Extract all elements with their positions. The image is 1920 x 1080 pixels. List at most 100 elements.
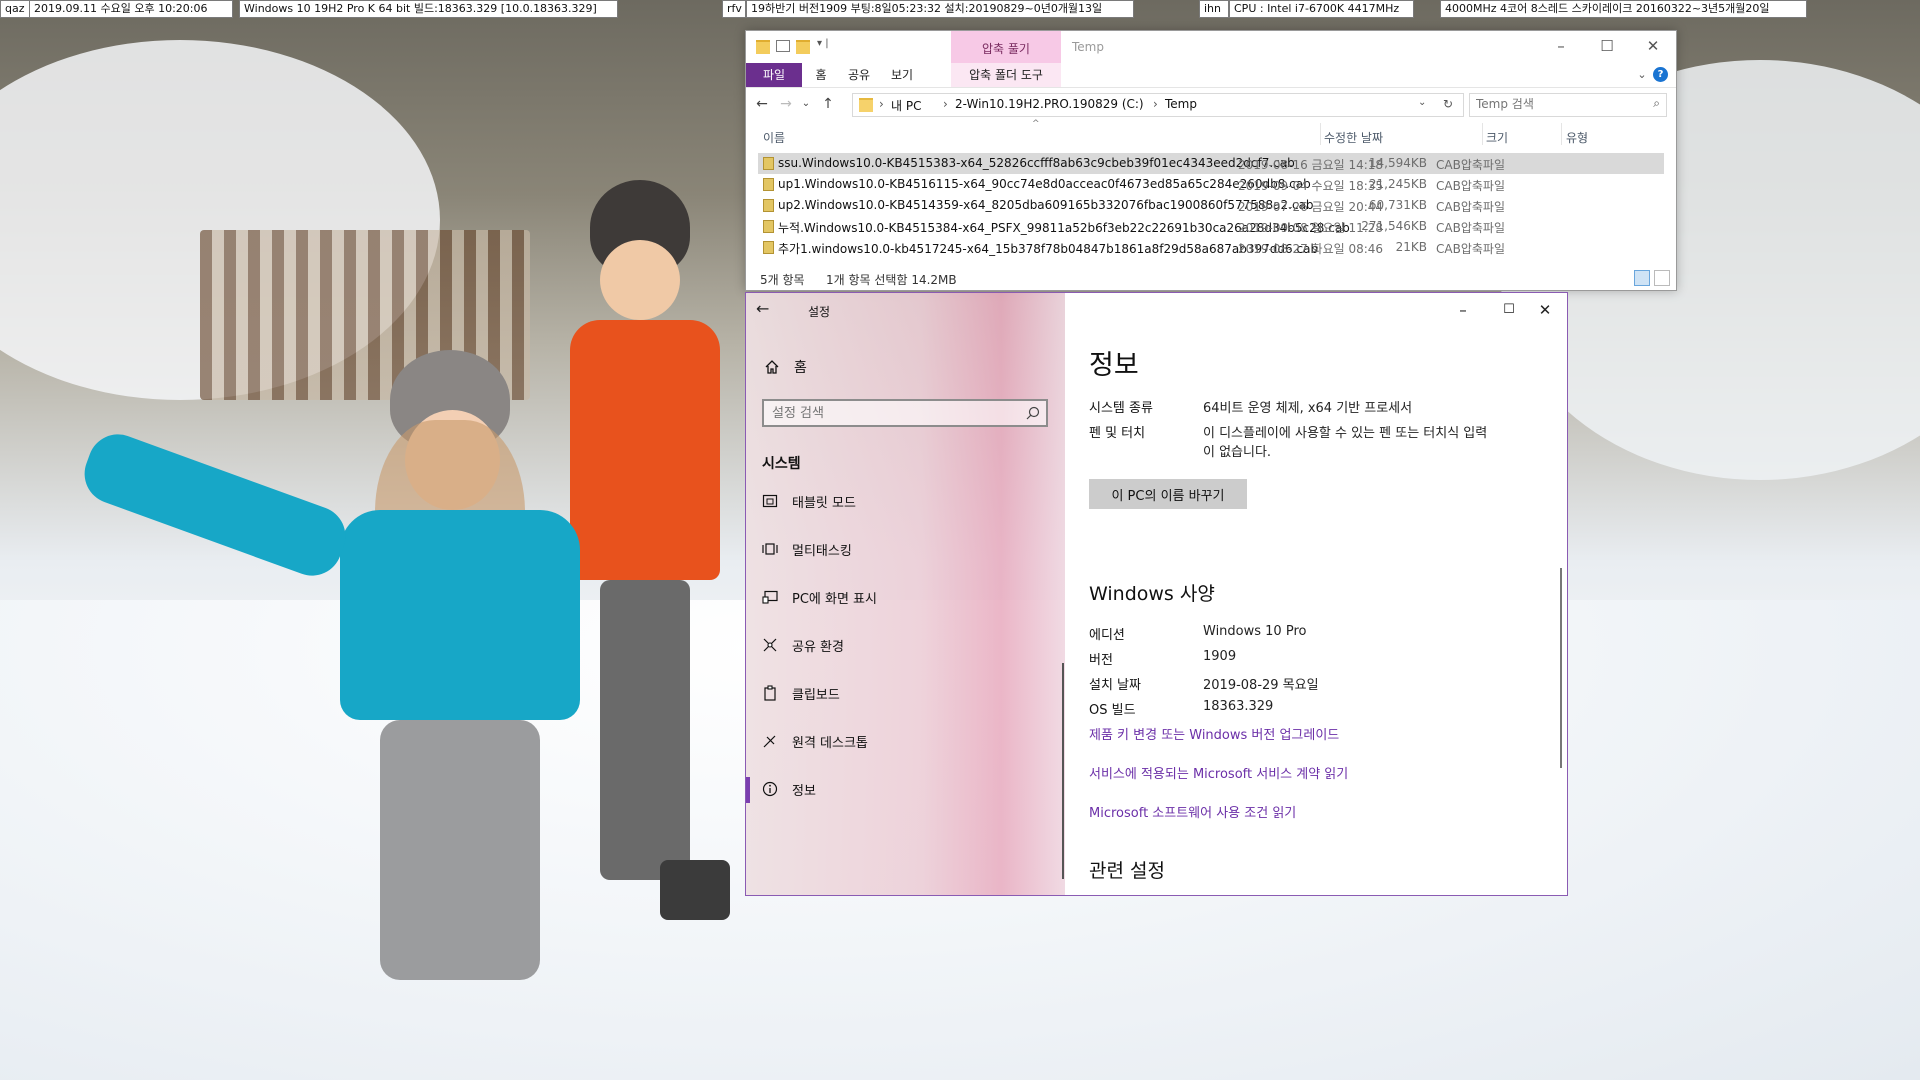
context-tab-label: 압축 풀기 bbox=[982, 42, 1030, 56]
spec-key: OS 빌드 bbox=[1089, 703, 1136, 718]
file-row[interactable]: 누적.Windows10.0-KB4515384-x64_PSFX_99811a… bbox=[758, 216, 1664, 237]
sort-caret-icon: ^ bbox=[1032, 119, 1040, 129]
folder-icon bbox=[756, 40, 770, 54]
file-name: ssu.Windows10.0-KB4515383-x64_52826ccfff… bbox=[778, 156, 1295, 170]
tab-share[interactable]: 공유 bbox=[839, 63, 879, 87]
spec-value: 2019-08-29 목요일 bbox=[1203, 678, 1319, 693]
spec-key: 펜 및 터치 bbox=[1089, 426, 1146, 441]
maximize-button[interactable]: ☐ bbox=[1584, 31, 1630, 63]
column-header-date[interactable]: 수정한 날짜 bbox=[1324, 129, 1383, 146]
nav-project-to-pc[interactable]: PC에 화면 표시 bbox=[746, 577, 1065, 617]
nav-about[interactable]: 정보 bbox=[746, 769, 1065, 809]
file-size: 21,245KB bbox=[1368, 177, 1427, 191]
new-folder-icon[interactable] bbox=[796, 40, 810, 54]
info-label: rfv bbox=[722, 0, 746, 18]
address-bar[interactable]: › 내 PC › 2-Win10.19H2.PRO.190829 (C:) › … bbox=[852, 93, 1464, 117]
file-size: 14,594KB bbox=[1368, 156, 1427, 170]
nav-remote-desktop[interactable]: 원격 데스크톱 bbox=[746, 721, 1065, 761]
breadcrumb-drive[interactable]: 2-Win10.19H2.PRO.190829 (C:) bbox=[955, 97, 1144, 111]
file-explorer-window: ▾ | 압축 풀기 Temp – ☐ ✕ 파일 홈 공유 보기 압축 폴더 도구… bbox=[745, 30, 1677, 291]
qa-dropdown-icon[interactable]: ▾ | bbox=[817, 38, 829, 49]
settings-search-box[interactable] bbox=[762, 399, 1048, 427]
spec-value: 18363.329 bbox=[1203, 699, 1274, 714]
nav-label: PC에 화면 표시 bbox=[792, 592, 877, 607]
column-divider[interactable] bbox=[1561, 123, 1562, 145]
search-input[interactable] bbox=[1470, 94, 1642, 114]
info-os-build: Windows 10 19H2 Pro K 64 bit 빌드:18363.32… bbox=[239, 0, 618, 18]
tab-compressed-folder-tools[interactable]: 압축 폴더 도구 bbox=[951, 63, 1061, 87]
spec-value: Windows 10 Pro bbox=[1203, 624, 1307, 639]
breadcrumb-this-pc[interactable]: 내 PC bbox=[891, 97, 921, 114]
nav-label: 원격 데스크톱 bbox=[792, 736, 868, 751]
spec-key: 시스템 종류 bbox=[1089, 401, 1153, 416]
services-agreement-link[interactable]: 서비스에 적용되는 Microsoft 서비스 계약 읽기 bbox=[1089, 763, 1348, 782]
file-row[interactable]: 추가1.windows10.0-kb4517245-x64_15b378f78b… bbox=[758, 237, 1664, 258]
recent-locations-icon[interactable]: ⌄ bbox=[796, 94, 816, 114]
back-icon[interactable]: ← bbox=[752, 94, 772, 114]
info-label: ihn bbox=[1199, 0, 1229, 18]
spec-value: 이 디스플레이에 사용할 수 있는 펜 또는 터치식 입력 bbox=[1203, 426, 1488, 441]
nav-tablet-mode[interactable]: 태블릿 모드 bbox=[746, 481, 1065, 521]
nav-multitasking[interactable]: 멀티태스킹 bbox=[746, 529, 1065, 569]
search-box[interactable]: ⌕ bbox=[1469, 93, 1667, 117]
tab-file[interactable]: 파일 bbox=[746, 63, 802, 87]
info-cpu-detail: 4000MHz 4코어 8스레드 스카이레이크 20160322~3년5개월20… bbox=[1440, 0, 1807, 18]
column-divider[interactable] bbox=[1320, 123, 1321, 145]
selection-info: 1개 항목 선택함 14.2MB bbox=[826, 273, 957, 287]
maximize-button[interactable]: ☐ bbox=[1489, 297, 1529, 323]
cab-file-icon bbox=[763, 199, 774, 212]
spec-key: 버전 bbox=[1089, 653, 1113, 668]
content-scrollbar[interactable] bbox=[1560, 568, 1562, 768]
properties-icon[interactable] bbox=[776, 40, 790, 52]
home-label: 홈 bbox=[794, 360, 807, 376]
settings-content-pane: – ☐ ✕ 정보 시스템 종류 64비트 운영 체제, x64 기반 프로세서 … bbox=[1065, 293, 1567, 895]
column-header-type[interactable]: 유형 bbox=[1566, 129, 1588, 146]
multitasking-icon bbox=[762, 543, 778, 555]
file-row[interactable]: up2.Windows10.0-KB4514359-x64_8205dba609… bbox=[758, 195, 1664, 216]
nav-label: 클립보드 bbox=[792, 688, 840, 703]
rename-pc-button[interactable]: 이 PC의 이름 바꾸기 bbox=[1089, 479, 1247, 509]
section-header-system: 시스템 bbox=[762, 456, 801, 472]
info-label: qaz bbox=[0, 0, 30, 18]
up-icon[interactable]: ↑ bbox=[818, 94, 838, 114]
license-terms-link[interactable]: Microsoft 소프트웨어 사용 조건 읽기 bbox=[1089, 802, 1296, 821]
nav-shared-experiences[interactable]: 공유 환경 bbox=[746, 625, 1065, 665]
nav-scrollbar[interactable] bbox=[1062, 663, 1064, 879]
close-button[interactable]: ✕ bbox=[1525, 297, 1565, 323]
address-dropdown-icon[interactable]: ⌄ bbox=[1418, 97, 1426, 108]
refresh-icon[interactable]: ↻ bbox=[1443, 97, 1453, 111]
column-header-name[interactable]: 이름 bbox=[763, 129, 785, 146]
file-row[interactable]: up1.Windows10.0-KB4516115-x64_90cc74e8d0… bbox=[758, 174, 1664, 195]
column-divider[interactable] bbox=[1482, 123, 1483, 145]
info-datetime: 2019.09.11 수요일 오후 10:20:06 bbox=[29, 0, 233, 18]
nav-label: 정보 bbox=[792, 784, 816, 799]
back-arrow-icon[interactable]: ← bbox=[756, 299, 769, 318]
details-view-icon[interactable] bbox=[1634, 270, 1650, 286]
file-name: up1.Windows10.0-KB4516115-x64_90cc74e8d0… bbox=[778, 177, 1311, 191]
file-size: 21KB bbox=[1395, 240, 1427, 254]
expand-ribbon-icon[interactable]: ⌄ bbox=[1634, 67, 1650, 83]
close-button[interactable]: ✕ bbox=[1630, 31, 1676, 63]
breadcrumb-temp[interactable]: Temp bbox=[1165, 97, 1197, 111]
nav-clipboard[interactable]: 클립보드 bbox=[746, 673, 1065, 713]
windows-spec-heading: Windows 사양 bbox=[1089, 583, 1215, 605]
minimize-button[interactable]: – bbox=[1538, 31, 1584, 63]
shared-experiences-icon bbox=[763, 638, 777, 652]
forward-icon[interactable]: → bbox=[776, 94, 796, 114]
minimize-button[interactable]: – bbox=[1443, 297, 1483, 323]
column-header-size[interactable]: 크기 bbox=[1486, 129, 1508, 146]
info-cpu: CPU : Intel i7-6700K 4417MHz bbox=[1229, 0, 1414, 18]
change-product-key-link[interactable]: 제품 키 변경 또는 Windows 버전 업그레이드 bbox=[1089, 724, 1339, 743]
cab-file-icon bbox=[763, 220, 774, 233]
tab-view[interactable]: 보기 bbox=[882, 63, 922, 87]
chevron-right-icon: › bbox=[943, 97, 948, 111]
large-icons-view-icon[interactable] bbox=[1654, 270, 1670, 286]
help-icon[interactable]: ? bbox=[1653, 67, 1668, 82]
remote-desktop-icon bbox=[763, 735, 776, 748]
settings-search-input[interactable] bbox=[764, 401, 1030, 425]
search-icon: ⌕ bbox=[1653, 96, 1660, 110]
file-row[interactable]: ssu.Windows10.0-KB4515383-x64_52826ccfff… bbox=[758, 153, 1664, 174]
tab-home[interactable]: 홈 bbox=[806, 63, 836, 87]
project-to-pc-icon bbox=[762, 590, 778, 604]
tablet-mode-icon bbox=[762, 494, 778, 508]
